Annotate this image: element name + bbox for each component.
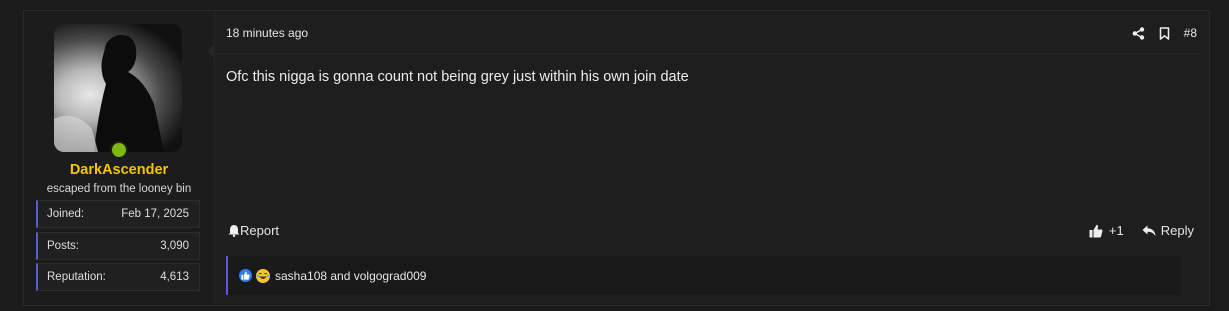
post-arrow [207, 44, 214, 58]
like-count: +1 [1108, 223, 1124, 238]
post-footer-actions: +1 Reply [1089, 223, 1194, 238]
like-button[interactable]: +1 [1089, 223, 1124, 238]
user-sidebar: DarkAscender escaped from the looney bin… [24, 11, 215, 305]
report-label: Report [240, 223, 280, 238]
report-button[interactable]: Report [228, 223, 279, 238]
stat-label: Joined: [47, 208, 85, 220]
reply-icon [1142, 225, 1156, 237]
avatar[interactable] [54, 24, 182, 152]
username[interactable]: DarkAscender [24, 162, 214, 178]
post-header-actions: #8 [1132, 25, 1197, 41]
stat-label: Posts: [47, 240, 79, 252]
post-timestamp[interactable]: 18 minutes ago [226, 26, 308, 40]
laugh-reaction-icon [256, 268, 270, 283]
stat-label: Reputation: [47, 271, 106, 283]
thumbs-up-icon [1089, 224, 1103, 238]
stat-value: 4,613 [160, 271, 189, 283]
share-icon[interactable] [1132, 26, 1145, 40]
bell-icon [228, 224, 240, 237]
post-number-link[interactable]: #8 [1184, 26, 1197, 40]
reactions-users[interactable]: sasha108 and volgograd009 [275, 269, 426, 283]
stat-value: 3,090 [160, 240, 189, 252]
bookmark-icon[interactable] [1159, 26, 1170, 40]
reply-label: Reply [1160, 223, 1194, 238]
like-reaction-icon [239, 269, 252, 282]
post-container: DarkAscender escaped from the looney bin… [23, 10, 1210, 306]
post-header: 18 minutes ago #8 [214, 11, 1199, 54]
stat-posts: Posts: 3,090 [36, 232, 200, 260]
online-status-indicator [110, 141, 128, 159]
user-title: escaped from the looney bin [46, 183, 192, 195]
reactions-bar[interactable]: sasha108 and volgograd009 [226, 256, 1181, 295]
stat-reputation: Reputation: 4,613 [36, 263, 200, 291]
post-main: 18 minutes ago #8 Ofc this nigga is gonn… [207, 11, 1209, 305]
stat-joined: Joined: Feb 17, 2025 [36, 200, 200, 228]
post-content: Ofc this nigga is gonna count not being … [226, 69, 689, 85]
reply-button[interactable]: Reply [1142, 223, 1194, 238]
stat-value: Feb 17, 2025 [121, 208, 189, 220]
